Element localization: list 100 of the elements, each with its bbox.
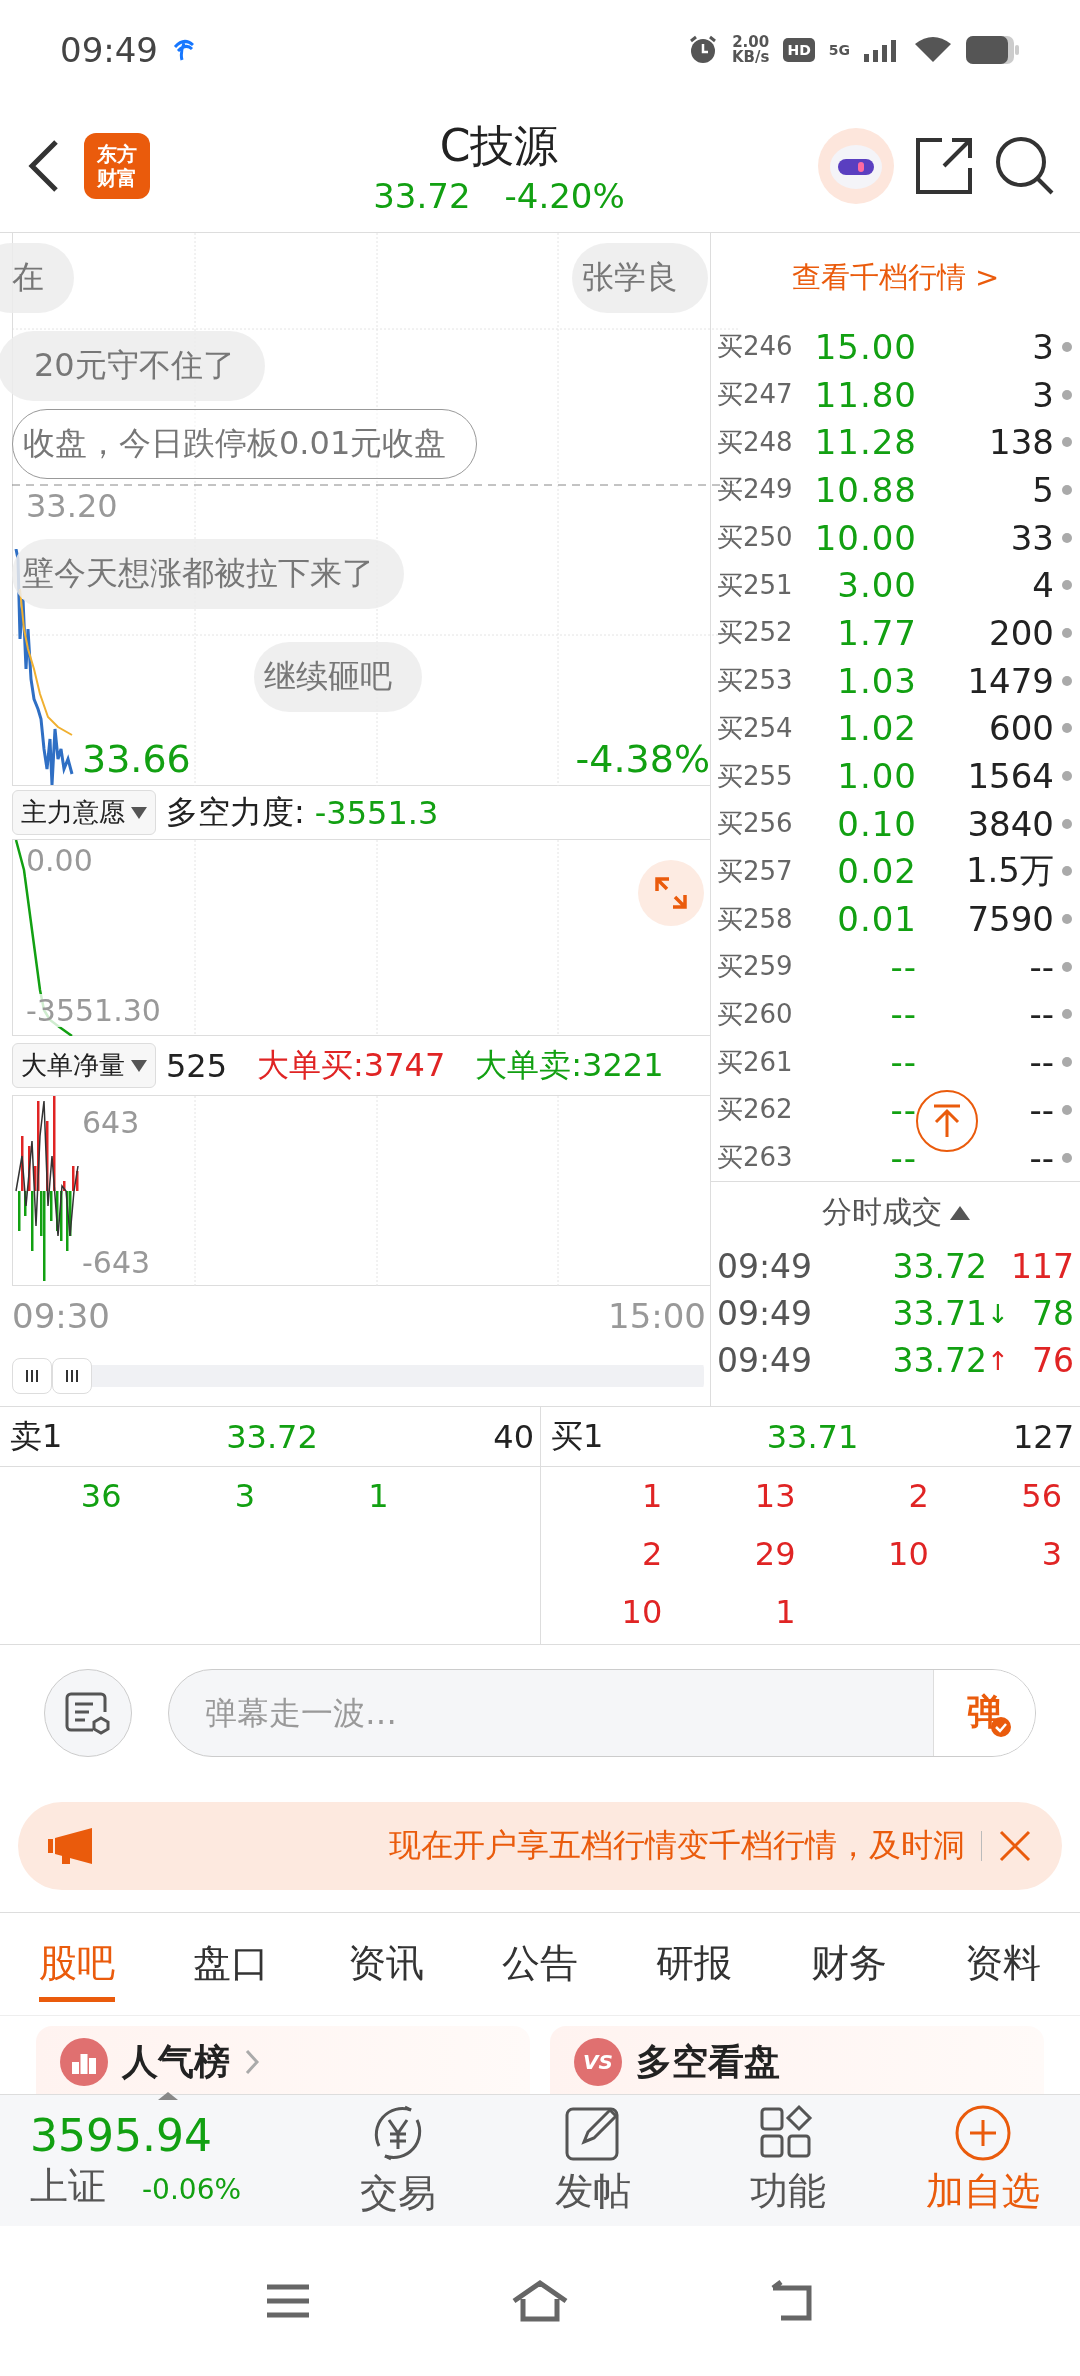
grip-icon (64, 1368, 80, 1385)
queue-volume: 3 (233, 1477, 256, 1515)
caret-up-icon (158, 2091, 178, 2100)
danmaku-bubble: 壁今天想涨都被拉下来了 (12, 539, 404, 609)
tab[interactable]: 资讯 (347, 1926, 424, 2002)
dot-icon (1062, 437, 1072, 448)
depth-volume: 4 (1032, 565, 1054, 606)
alarm-icon (687, 35, 718, 65)
index-change: -0.06% (142, 2172, 242, 2206)
queue-volume: 29 (753, 1535, 797, 1573)
depth-volume: 1479 (967, 660, 1054, 701)
tab[interactable]: 财务 (810, 1926, 887, 2002)
carrier-icon (172, 39, 196, 61)
depth-price: 1.00 (836, 756, 917, 797)
podium-icon (60, 2038, 108, 2086)
back-icon[interactable] (769, 2280, 815, 2322)
time-axis-label: 09:30 (12, 1296, 110, 1337)
depth-level: 买248 (717, 425, 794, 459)
action-button[interactable]: 功能 (690, 2103, 885, 2218)
menu-icon[interactable] (265, 2283, 311, 2319)
stock-price: 33.72 (373, 175, 471, 216)
trade-volume: 117 (1011, 1247, 1074, 1287)
hd-badge: HD (783, 38, 815, 62)
queue-volume: 1 (640, 1477, 664, 1515)
trade-price: 33.72 (891, 1247, 987, 1287)
tab[interactable]: 盘口 (193, 1926, 270, 2002)
queue-volume: 2 (907, 1477, 930, 1515)
quote-level: 买1 (551, 1415, 605, 1457)
dot-icon (1062, 866, 1072, 877)
trade-time: 09:49 (717, 1341, 814, 1381)
depth-volume: 1.5万 (965, 849, 1054, 893)
dot-icon (1062, 1104, 1072, 1115)
tab[interactable]: 公告 (502, 1926, 578, 2002)
indicator-label: 多空力度: (166, 791, 305, 833)
full-depth-link[interactable]: 查看千档行情 > (711, 233, 1080, 323)
close-icon[interactable] (998, 1829, 1032, 1863)
action-button[interactable]: 发帖 (495, 2103, 690, 2218)
dot-icon (1062, 818, 1072, 829)
feature-card[interactable]: VS 多空看盘 (550, 2026, 1044, 2094)
dot-icon (1062, 961, 1072, 972)
depth-level: 买262 (717, 1093, 794, 1127)
expand-icon (653, 875, 689, 912)
depth-volume: -- (1029, 1042, 1054, 1083)
trade-arrow: ↓ (987, 1298, 1009, 1329)
dot-icon (1062, 1057, 1072, 1068)
share-icon[interactable] (914, 136, 974, 196)
depth-price: 0.10 (836, 803, 917, 844)
trade-volume: 76 (1032, 1341, 1074, 1381)
caret-down-icon (131, 1059, 147, 1072)
search-icon[interactable] (994, 135, 1056, 197)
dot-icon (1062, 484, 1072, 495)
queue-volume: 10 (887, 1535, 930, 1573)
dot-icon (1062, 580, 1072, 591)
stock-title: C技源 (439, 118, 559, 173)
depth-level: 买258 (717, 902, 794, 936)
send-danmaku-button[interactable]: 弹 (933, 1669, 1035, 1756)
network-speed: 2.00 KB/s (731, 35, 770, 65)
depth-volume: 5 (1032, 469, 1054, 510)
quote-volume: 127 (1011, 1417, 1074, 1456)
battery-icon (966, 36, 1020, 64)
tab[interactable]: 研报 (656, 1926, 733, 2002)
depth-level: 买259 (717, 950, 794, 984)
tab[interactable]: 资料 (964, 1926, 1041, 2002)
depth-price: -- (889, 1089, 917, 1130)
depth-price: -- (889, 994, 917, 1035)
danmaku-bubble: 张学良 (572, 243, 708, 313)
depth-volume: -- (1029, 946, 1054, 987)
indicator-selector[interactable]: 主力意愿 (12, 790, 156, 835)
indicator-value: -3551.3 (314, 793, 439, 832)
axis-label: -3551.30 (26, 994, 161, 1028)
depth-volume: 200 (989, 612, 1054, 653)
trade-time: 09:49 (717, 1247, 814, 1287)
action-button[interactable]: 交易 (300, 2101, 495, 2220)
depth-level: 买254 (717, 711, 794, 745)
depth-level: 买250 (717, 521, 794, 555)
trades-title[interactable]: 分时成交 (821, 1192, 942, 1234)
trade-price: 33.71 (891, 1294, 987, 1334)
depth-price: 0.01 (836, 899, 917, 940)
depth-price: 1.03 (836, 660, 917, 701)
caret-up-icon (949, 1205, 970, 1220)
big-sell-value: 大单卖:3221 (475, 1044, 664, 1086)
depth-volume: 7590 (967, 899, 1054, 940)
danmaku-bubble: 收盘，今日跌停板0.01元收盘 (12, 409, 478, 479)
home-icon[interactable] (511, 2279, 569, 2323)
indicator-selector[interactable]: 大单净量 (12, 1043, 156, 1089)
depth-volume: -- (1029, 1137, 1054, 1178)
depth-volume: 1564 (967, 756, 1054, 797)
depth-volume: 3840 (967, 803, 1054, 844)
trade-price: 33.72 (891, 1341, 987, 1381)
dot-icon (1062, 1152, 1072, 1163)
depth-level: 买253 (717, 664, 794, 698)
danmaku-input[interactable]: 弹幕走一波… 弹 (168, 1668, 1036, 1757)
depth-level: 买246 (717, 330, 794, 364)
index-name: 上证 (30, 2162, 106, 2210)
queue-volume: 10 (620, 1593, 664, 1631)
feature-card[interactable]: 人气榜 (36, 2026, 530, 2094)
tab[interactable]: 股吧 (39, 1926, 116, 2002)
queue-volume: 56 (1020, 1477, 1063, 1515)
dot-icon (1062, 389, 1072, 400)
dot-icon (1062, 627, 1072, 638)
